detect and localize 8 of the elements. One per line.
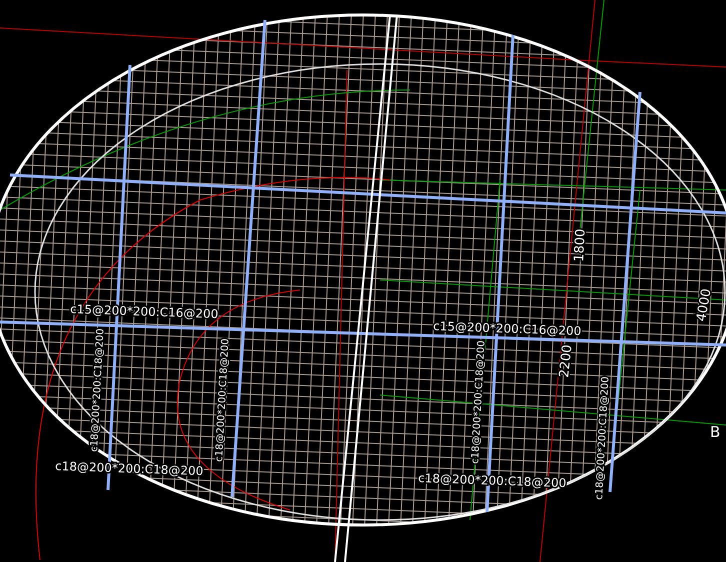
rebar-label: c18@200*200:C18@200 <box>594 376 612 500</box>
edge-label: B <box>710 423 720 441</box>
dimension-label: 1800 <box>572 228 589 262</box>
rebar-label: c18@200*200:C18@200 <box>470 340 488 464</box>
rebar-label: c18@200*200:C18@200 <box>89 328 106 452</box>
dimension-label: 4000 <box>694 288 715 323</box>
dimension-label: 2200 <box>557 344 576 378</box>
rebar-label: c18@200*200:C18@200 <box>214 338 232 462</box>
